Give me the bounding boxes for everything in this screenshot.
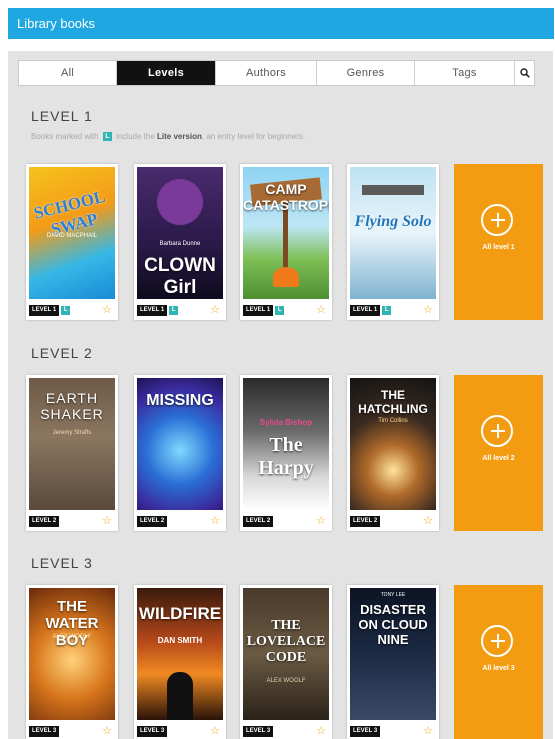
book-card[interactable]: CAMP CATASTROPHE LEVEL 1 L ☆ <box>240 164 332 320</box>
lite-badge: L <box>382 305 392 315</box>
book-cover: MISSING <box>137 378 223 510</box>
book-cover: Sylvia Bishop The Harpy <box>243 378 329 510</box>
book-card[interactable]: SCHOOL SWAP DAVID MACPHAIL LEVEL 1 L ☆ <box>26 164 118 320</box>
section-title-level-2: LEVEL 2 <box>31 345 93 361</box>
level-badge: LEVEL 1 <box>243 304 274 316</box>
level-badge: LEVEL 3 <box>29 725 60 737</box>
favourite-icon[interactable]: ☆ <box>423 726 433 737</box>
favourite-icon[interactable]: ☆ <box>102 516 112 527</box>
level-badge: LEVEL 1 <box>137 304 168 316</box>
app-header: Library books <box>8 8 554 39</box>
filter-tabs: All Levels Authors Genres Tags <box>18 60 535 86</box>
tab-authors[interactable]: Authors <box>216 61 317 85</box>
favourite-icon[interactable]: ☆ <box>102 726 112 737</box>
favourite-icon[interactable]: ☆ <box>102 305 112 316</box>
book-card[interactable]: TONY LEE DISASTER ON CLOUD NINE LEVEL 3 … <box>347 585 439 739</box>
book-cover: Barbara Dunne CLOWN Girl <box>137 167 223 299</box>
book-card[interactable]: Sylvia Bishop The Harpy LEVEL 2 ☆ <box>240 375 332 531</box>
library-panel: All Levels Authors Genres Tags LEVEL 1 B… <box>8 51 553 739</box>
header-title: Library books <box>17 16 96 31</box>
book-card[interactable]: THE LOVELACE CODE ALEX WOOLF LEVEL 3 ☆ <box>240 585 332 739</box>
book-card[interactable]: EARTH SHAKER Jeremy Strafts LEVEL 2 ☆ <box>26 375 118 531</box>
book-cover: EARTH SHAKER Jeremy Strafts <box>29 378 115 510</box>
book-cover: CAMP CATASTROPHE <box>243 167 329 299</box>
lite-badge: L <box>275 305 285 315</box>
book-card[interactable]: THE WATER BOY ALEX WOOLF LEVEL 3 ☆ <box>26 585 118 739</box>
level-badge: LEVEL 2 <box>243 515 274 527</box>
favourite-icon[interactable]: ☆ <box>316 726 326 737</box>
favourite-icon[interactable]: ☆ <box>423 516 433 527</box>
favourite-icon[interactable]: ☆ <box>316 305 326 316</box>
favourite-icon[interactable]: ☆ <box>210 516 220 527</box>
search-button[interactable] <box>515 61 534 85</box>
tab-tags[interactable]: Tags <box>415 61 515 85</box>
lite-badge: L <box>169 305 179 315</box>
book-cover: THE WATER BOY ALEX WOOLF <box>29 588 115 720</box>
level-badge: LEVEL 1 <box>350 304 381 316</box>
level-badge: LEVEL 2 <box>137 515 168 527</box>
level-badge: LEVEL 3 <box>350 725 381 737</box>
lite-note: Books marked with L include the Lite ver… <box>31 132 306 142</box>
favourite-icon[interactable]: ☆ <box>210 305 220 316</box>
lite-badge: L <box>61 305 71 315</box>
all-level-1-button[interactable]: All level 1 <box>454 164 543 320</box>
section-title-level-3: LEVEL 3 <box>31 555 93 571</box>
book-cover: THE HATCHLING Tim Collins <box>350 378 436 510</box>
level-badge: LEVEL 1 <box>29 304 60 316</box>
book-card[interactable]: THE HATCHLING Tim Collins LEVEL 2 ☆ <box>347 375 439 531</box>
favourite-icon[interactable]: ☆ <box>423 305 433 316</box>
book-card[interactable]: MISSING LEVEL 2 ☆ <box>134 375 226 531</box>
book-card[interactable]: WILDFIRE DAN SMITH LEVEL 3 ☆ <box>134 585 226 739</box>
section-title-level-1: LEVEL 1 <box>31 108 93 124</box>
all-level-3-button[interactable]: All level 3 <box>454 585 543 739</box>
level-badge: LEVEL 3 <box>137 725 168 737</box>
book-cover: TONY LEE DISASTER ON CLOUD NINE <box>350 588 436 720</box>
book-card[interactable]: Barbara Dunne CLOWN Girl LEVEL 1 L ☆ <box>134 164 226 320</box>
tab-levels[interactable]: Levels <box>117 61 216 85</box>
favourite-icon[interactable]: ☆ <box>210 726 220 737</box>
book-cover: Flying Solo <box>350 167 436 299</box>
plus-icon <box>481 625 513 657</box>
plus-icon <box>481 415 513 447</box>
book-cover: THE LOVELACE CODE ALEX WOOLF <box>243 588 329 720</box>
lite-badge: L <box>102 132 112 142</box>
book-card[interactable]: Flying Solo LEVEL 1 L ☆ <box>347 164 439 320</box>
level-badge: LEVEL 3 <box>243 725 274 737</box>
search-icon <box>519 68 530 78</box>
plus-icon <box>481 204 513 236</box>
tab-genres[interactable]: Genres <box>317 61 415 85</box>
favourite-icon[interactable]: ☆ <box>316 516 326 527</box>
level-badge: LEVEL 2 <box>29 515 60 527</box>
level-badge: LEVEL 2 <box>350 515 381 527</box>
all-level-2-button[interactable]: All level 2 <box>454 375 543 531</box>
tab-all[interactable]: All <box>19 61 117 85</box>
book-cover: SCHOOL SWAP DAVID MACPHAIL <box>29 167 115 299</box>
book-cover: WILDFIRE DAN SMITH <box>137 588 223 720</box>
